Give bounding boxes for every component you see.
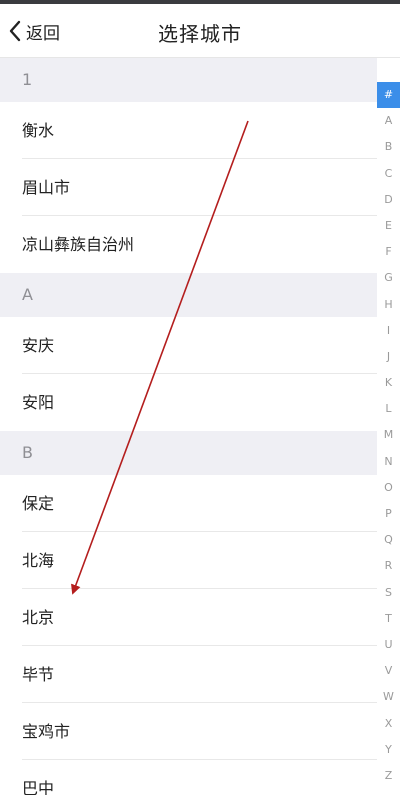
city-picker-screen: 返回 选择城市 1 衡水 眉山市 凉山彝族自治州 A 安庆 安阳 B 保定 北海 北京 毕节 宝鸡市 巴中… bbox=[0, 0, 400, 795]
index-letter[interactable]: L bbox=[377, 396, 400, 422]
city-list-item[interactable]: 衡水 bbox=[0, 102, 377, 159]
index-letter[interactable]: H bbox=[377, 292, 400, 318]
index-letter[interactable]: M bbox=[377, 422, 400, 448]
index-letter[interactable]: F bbox=[377, 239, 400, 265]
index-letter[interactable]: W bbox=[377, 684, 400, 710]
index-letter[interactable]: T bbox=[377, 606, 400, 632]
city-list-item[interactable]: 眉山市 bbox=[0, 159, 377, 216]
index-letter[interactable]: Q bbox=[377, 527, 400, 553]
city-list-item[interactable]: 巴中 bbox=[0, 760, 377, 795]
index-letter[interactable]: G bbox=[377, 265, 400, 291]
section-header: A bbox=[0, 273, 377, 317]
city-list-item[interactable]: 凉山彝族自治州 bbox=[0, 216, 377, 273]
city-list-item[interactable]: 北海 bbox=[0, 532, 377, 589]
index-letter[interactable]: N bbox=[377, 449, 400, 475]
index-letter[interactable]: R bbox=[377, 553, 400, 579]
index-letter[interactable]: K bbox=[377, 370, 400, 396]
index-letter[interactable]: J bbox=[377, 344, 400, 370]
index-letter[interactable]: I bbox=[377, 318, 400, 344]
index-letter[interactable]: # bbox=[377, 82, 400, 109]
index-letter[interactable]: Y bbox=[377, 737, 400, 763]
index-letter[interactable]: A bbox=[377, 108, 400, 134]
city-list-item[interactable]: 毕节 bbox=[0, 646, 377, 703]
index-letter[interactable]: E bbox=[377, 213, 400, 239]
city-list-item[interactable]: 保定 bbox=[0, 475, 377, 532]
index-letter[interactable]: Z bbox=[377, 763, 400, 789]
page-title: 选择城市 bbox=[158, 22, 242, 46]
city-list-item[interactable]: 宝鸡市 bbox=[0, 703, 377, 760]
section-header: 1 bbox=[0, 58, 377, 102]
section-header: B bbox=[0, 431, 377, 475]
index-letter[interactable]: C bbox=[377, 161, 400, 187]
city-list-item[interactable]: 北京 bbox=[0, 589, 377, 646]
city-list: 1 衡水 眉山市 凉山彝族自治州 A 安庆 安阳 B 保定 北海 北京 毕节 宝鸡市 巴中 bbox=[0, 58, 377, 795]
city-list-item[interactable]: 安庆 bbox=[0, 317, 377, 374]
index-letter[interactable]: P bbox=[377, 501, 400, 527]
alphabet-index-bar[interactable]: # A B C D E F G H I J K L M N O P Q R S T U V W X Y Z bbox=[377, 82, 400, 789]
index-letter[interactable]: O bbox=[377, 475, 400, 501]
index-letter[interactable]: V bbox=[377, 658, 400, 684]
index-letter[interactable]: S bbox=[377, 580, 400, 606]
index-letter[interactable]: B bbox=[377, 134, 400, 160]
index-letter[interactable]: D bbox=[377, 187, 400, 213]
index-letter[interactable]: U bbox=[377, 632, 400, 658]
navigation-bar: 返回 选择城市 bbox=[0, 4, 400, 58]
city-list-item[interactable]: 安阳 bbox=[0, 374, 377, 431]
index-letter[interactable]: X bbox=[377, 711, 400, 737]
